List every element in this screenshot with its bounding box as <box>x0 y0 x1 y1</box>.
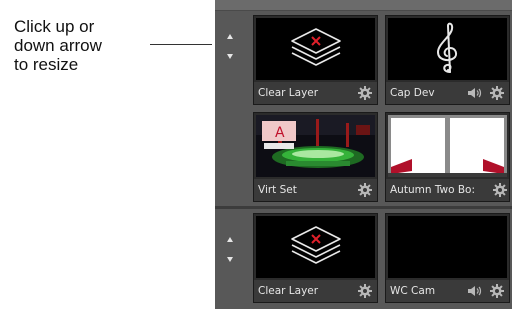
speaker-icon[interactable] <box>466 86 482 100</box>
callout-line-3: to resize <box>14 55 79 74</box>
gear-icon[interactable] <box>357 85 373 101</box>
layer-tile-clear-layer-2[interactable]: Clear Layer <box>253 213 378 303</box>
tile-label: Cap Dev <box>390 87 435 99</box>
layer-tile-wc-cam[interactable]: WC Cam <box>385 213 510 303</box>
panel-top-strip <box>215 0 512 11</box>
layers-x-icon <box>291 226 341 264</box>
tile-label-bar: Autumn Two Bo: <box>386 179 509 201</box>
tile-label: Autumn Two Bo: <box>390 184 476 196</box>
callout-text: Click up or down arrow to resize <box>14 17 164 74</box>
tile-label: WC Cam <box>390 285 436 297</box>
layer-thumbnail <box>256 216 375 278</box>
layer-thumbnail <box>388 115 507 177</box>
gear-icon[interactable] <box>492 182 508 198</box>
gear-icon[interactable] <box>357 283 373 299</box>
tile-label: Virt Set <box>258 184 297 196</box>
treble-clef-icon <box>436 22 458 73</box>
virtual-set-image: A <box>256 115 375 177</box>
group-1-resize-arrows <box>215 12 243 72</box>
tile-label-bar: Clear Layer <box>254 82 377 104</box>
tile-label-bar: Clear Layer <box>254 280 377 302</box>
layer-thumbnail <box>388 18 507 80</box>
gear-icon[interactable] <box>357 182 373 198</box>
tile-label-bar: WC Cam <box>386 280 509 302</box>
speaker-icon[interactable] <box>466 284 482 298</box>
group-divider <box>215 206 512 209</box>
tile-label: Clear Layer <box>258 87 319 99</box>
resize-up-arrow-icon[interactable] <box>227 34 233 39</box>
layer-thumbnail <box>388 216 507 278</box>
resize-down-arrow-icon[interactable] <box>227 54 233 59</box>
layer-thumbnail: A <box>256 115 375 177</box>
layer-tile-cap-dev[interactable]: Cap Dev <box>385 15 510 105</box>
tile-label: Clear Layer <box>258 285 319 297</box>
layers-x-icon <box>291 28 341 66</box>
group-2-resize-arrows <box>215 215 243 275</box>
layer-thumbnail <box>256 18 375 80</box>
callout-leader-line <box>150 44 212 45</box>
layer-tile-virt-set[interactable]: A Virt Set <box>253 112 378 202</box>
gear-icon[interactable] <box>489 85 505 101</box>
resize-down-arrow-icon[interactable] <box>227 257 233 262</box>
gear-icon[interactable] <box>489 283 505 299</box>
resize-up-arrow-icon[interactable] <box>227 237 233 242</box>
layer-panel: Clear Layer Cap Dev A Virt Set Autumn Tw… <box>215 0 512 309</box>
layer-tile-clear-layer[interactable]: Clear Layer <box>253 15 378 105</box>
callout-line-2: down arrow <box>14 36 102 55</box>
layer-tile-autumn-two-box[interactable]: Autumn Two Bo: <box>385 112 510 202</box>
two-panel-image <box>388 115 507 177</box>
callout-line-1: Click up or <box>14 17 95 36</box>
tile-label-bar: Cap Dev <box>386 82 509 104</box>
tile-label-bar: Virt Set <box>254 179 377 201</box>
virt-set-badge: A <box>275 125 285 141</box>
